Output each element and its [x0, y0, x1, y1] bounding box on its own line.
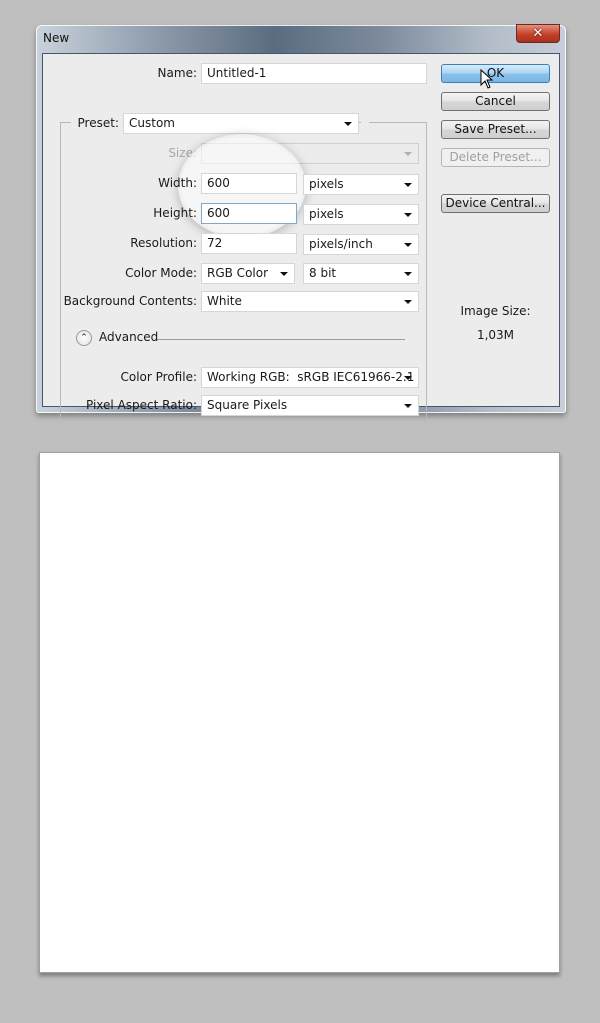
- document-canvas[interactable]: [39, 452, 560, 973]
- advanced-label: Advanced: [99, 330, 159, 344]
- new-document-dialog: New ✕ Name: Untitled-1 Preset: Custom Si…: [36, 24, 566, 421]
- pixel-aspect-ratio-select[interactable]: Square Pixels: [201, 395, 419, 416]
- bit-depth-value: 8 bit: [309, 266, 337, 280]
- height-unit-value: pixels: [309, 207, 344, 221]
- resolution-input[interactable]: 72: [201, 233, 297, 254]
- save-preset-button[interactable]: Save Preset...: [441, 120, 550, 139]
- close-button[interactable]: ✕: [516, 24, 560, 43]
- color-mode-label: Color Mode:: [125, 266, 197, 280]
- chevron-down-icon: [344, 122, 352, 126]
- color-mode-value: RGB Color: [207, 266, 269, 280]
- device-central-button[interactable]: Device Central...: [441, 194, 550, 213]
- chevron-down-icon: [404, 243, 412, 247]
- chevron-down-icon: [404, 152, 412, 156]
- delete-preset-button: Delete Preset...: [441, 148, 550, 167]
- width-unit-value: pixels: [309, 177, 344, 191]
- color-profile-select[interactable]: Working RGB: sRGB IEC61966-2.1: [201, 367, 419, 388]
- height-label: Height:: [153, 206, 197, 220]
- dialog-body: Name: Untitled-1 Preset: Custom Size: Wi…: [42, 53, 560, 421]
- chevron-down-icon: [404, 183, 412, 187]
- resolution-unit-select[interactable]: pixels/inch: [303, 234, 419, 255]
- width-unit-select[interactable]: pixels: [303, 174, 419, 195]
- width-input[interactable]: 600: [201, 173, 297, 194]
- width-label: Width:: [158, 176, 197, 190]
- chevron-down-icon: [404, 404, 412, 408]
- advanced-divider: [157, 339, 405, 340]
- preset-select[interactable]: Custom: [123, 113, 359, 134]
- mouse-cursor-icon: [480, 69, 494, 89]
- color-profile-label: Color Profile:: [120, 370, 198, 384]
- chevron-up-double-icon: ⌃: [80, 333, 88, 343]
- resolution-label: Resolution:: [130, 236, 197, 250]
- ok-button[interactable]: OK: [441, 64, 550, 83]
- chevron-down-icon: [280, 272, 288, 276]
- image-size-value: 1,03M: [476, 328, 515, 342]
- pixel-aspect-ratio-value: Square Pixels: [207, 398, 288, 412]
- group-gap: [361, 114, 369, 130]
- chevron-down-icon: [404, 213, 412, 217]
- color-mode-select[interactable]: RGB Color: [201, 263, 295, 284]
- close-icon: ✕: [532, 26, 544, 41]
- resolution-unit-value: pixels/inch: [309, 237, 373, 251]
- chevron-down-icon: [404, 300, 412, 304]
- chevron-down-icon: [404, 376, 412, 380]
- height-input[interactable]: 600: [201, 203, 297, 224]
- chevron-down-icon: [404, 272, 412, 276]
- dialog-title: New: [43, 31, 70, 45]
- name-input[interactable]: Untitled-1: [201, 63, 427, 84]
- bit-depth-select[interactable]: 8 bit: [303, 263, 419, 284]
- preset-label: Preset:: [77, 116, 119, 130]
- advanced-toggle-button[interactable]: ⌃: [76, 330, 92, 346]
- height-unit-select[interactable]: pixels: [303, 204, 419, 225]
- cancel-button[interactable]: Cancel: [441, 92, 550, 111]
- color-profile-value: Working RGB: sRGB IEC61966-2.1: [207, 370, 415, 384]
- name-label: Name:: [157, 66, 197, 80]
- background-contents-value: White: [207, 294, 242, 308]
- preset-value: Custom: [129, 116, 175, 130]
- background-contents-label: Background Contents:: [63, 294, 197, 308]
- image-size-label: Image Size:: [460, 304, 531, 318]
- pixel-aspect-ratio-label: Pixel Aspect Ratio:: [86, 398, 197, 412]
- background-contents-select[interactable]: White: [201, 291, 419, 312]
